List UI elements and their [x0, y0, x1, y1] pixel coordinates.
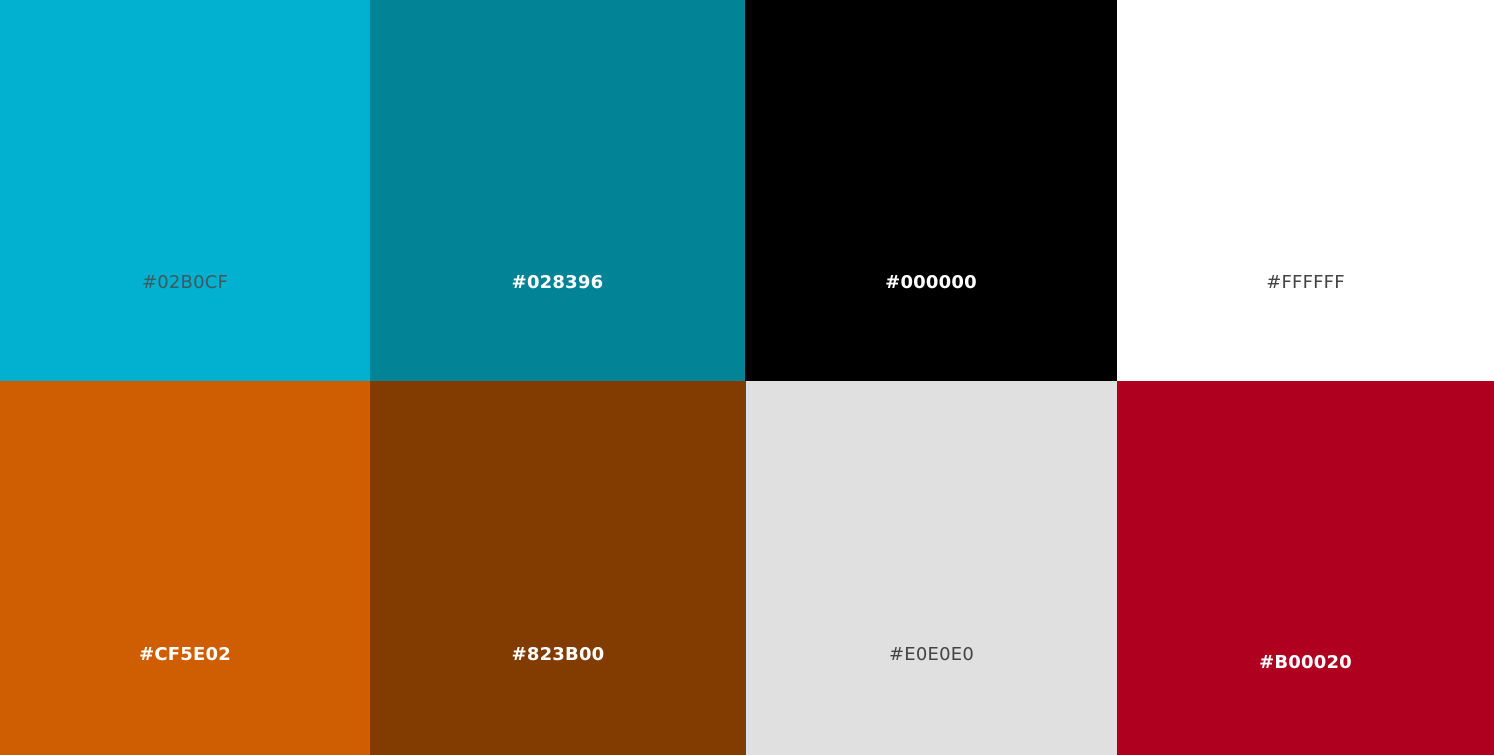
swatch-b00020: #B00020 [1117, 381, 1494, 755]
swatch-02b0cf: #02B0CF [0, 0, 370, 381]
swatch-hex-label: #E0E0E0 [889, 644, 974, 665]
swatch-ffffff: #FFFFFF [1117, 0, 1494, 381]
swatch-028396: #028396 [370, 0, 745, 381]
swatch-hex-label: #028396 [511, 272, 604, 293]
swatch-e0e0e0: #E0E0E0 [746, 381, 1117, 755]
swatch-hex-label: #FFFFFF [1266, 272, 1345, 293]
swatch-823b00: #823B00 [370, 381, 746, 755]
swatch-hex-label: #823B00 [511, 644, 605, 665]
color-palette: #02B0CF #028396 #000000 #FFFFFF #CF5E02 … [0, 0, 1494, 755]
swatch-hex-label: #000000 [885, 272, 977, 293]
swatch-000000: #000000 [745, 0, 1117, 381]
swatch-hex-label: #02B0CF [141, 272, 229, 293]
swatch-cf5e02: #CF5E02 [0, 381, 370, 755]
swatch-hex-label: #CF5E02 [139, 644, 231, 665]
swatch-hex-label: #B00020 [1259, 652, 1352, 673]
